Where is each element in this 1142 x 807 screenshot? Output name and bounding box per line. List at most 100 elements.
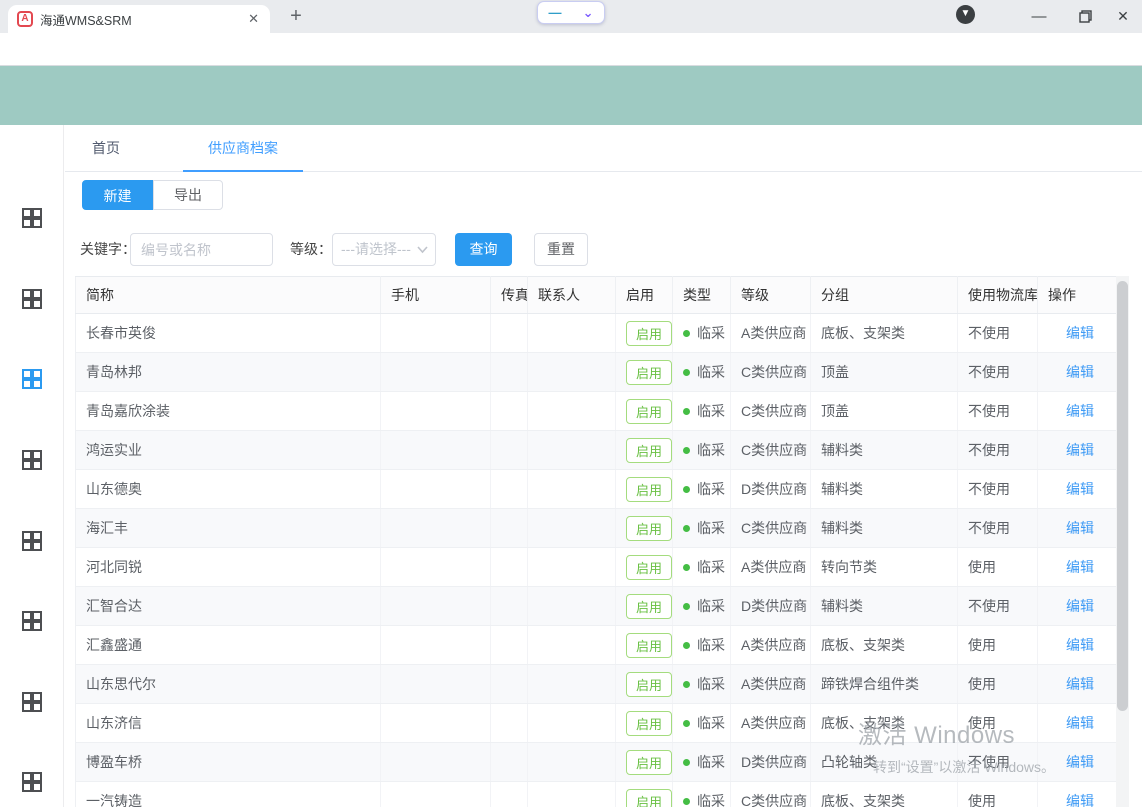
table-row[interactable]: 青岛林邦 启用 临采 C类供应商 顶盖 不使用 编辑: [76, 353, 1119, 392]
new-button[interactable]: 新建: [82, 180, 153, 210]
edit-link[interactable]: 编辑: [1066, 325, 1094, 341]
window-minimize-button[interactable]: —: [1026, 4, 1052, 28]
edit-link[interactable]: 编辑: [1066, 598, 1094, 614]
grid-menu-icon: [21, 207, 43, 229]
cell-group: 辅料类: [811, 431, 958, 470]
cell-fax: [491, 743, 528, 782]
cell-mobile: [381, 431, 491, 470]
enabled-badge[interactable]: 启用: [626, 360, 672, 385]
enabled-badge[interactable]: 启用: [626, 321, 672, 346]
sidebar-item-active[interactable]: [21, 368, 43, 390]
media-control-icon[interactable]: ▼: [956, 5, 975, 24]
enabled-badge[interactable]: 启用: [626, 555, 672, 580]
edit-link[interactable]: 编辑: [1066, 364, 1094, 380]
sidebar-item[interactable]: [21, 610, 43, 632]
table-row[interactable]: 山东德奥 启用 临采 D类供应商 辅料类 不使用 编辑: [76, 470, 1119, 509]
enabled-badge[interactable]: 启用: [626, 789, 672, 807]
grid-menu-icon: [21, 449, 43, 471]
sidebar-item[interactable]: [21, 530, 43, 552]
status-dot-icon: [683, 681, 690, 688]
cell-mobile: [381, 743, 491, 782]
reset-button[interactable]: 重置: [534, 233, 588, 266]
export-button[interactable]: 导出: [153, 180, 223, 210]
table-row[interactable]: 鸿运实业 启用 临采 C类供应商 辅料类 不使用 编辑: [76, 431, 1119, 470]
enabled-badge[interactable]: 启用: [626, 633, 672, 658]
widget-minimize-icon[interactable]: —: [549, 5, 562, 20]
edit-link[interactable]: 编辑: [1066, 403, 1094, 419]
edit-link[interactable]: 编辑: [1066, 793, 1094, 807]
enabled-badge[interactable]: 启用: [626, 438, 672, 463]
table-row[interactable]: 山东济信 启用 临采 A类供应商 底板、支架类 使用 编辑: [76, 704, 1119, 743]
level-label: 等级：: [290, 233, 332, 266]
scrollbar-thumb[interactable]: [1117, 281, 1128, 711]
cell-level: C类供应商: [731, 392, 811, 431]
widget-chevron-down-icon[interactable]: ⌄: [583, 8, 594, 18]
enabled-badge[interactable]: 启用: [626, 399, 672, 424]
cell-fax: [491, 587, 528, 626]
sidebar-item[interactable]: [21, 771, 43, 793]
sidebar: [0, 125, 64, 807]
enabled-badge[interactable]: 启用: [626, 672, 672, 697]
table-row[interactable]: 汇鑫盛通 启用 临采 A类供应商 底板、支架类 使用 编辑: [76, 626, 1119, 665]
cell-logistics: 不使用: [958, 431, 1038, 470]
table-row[interactable]: 海汇丰 启用 临采 C类供应商 辅料类 不使用 编辑: [76, 509, 1119, 548]
edit-link[interactable]: 编辑: [1066, 715, 1094, 731]
window-close-button[interactable]: ✕: [1110, 4, 1136, 28]
table-row[interactable]: 河北同锐 启用 临采 A类供应商 转向节类 使用 编辑: [76, 548, 1119, 587]
enabled-badge[interactable]: 启用: [626, 750, 672, 775]
site-favicon-icon: A: [17, 11, 33, 27]
enabled-badge[interactable]: 启用: [626, 516, 672, 541]
tab-supplier-archive[interactable]: 供应商档案: [183, 125, 303, 171]
sidebar-item[interactable]: [21, 449, 43, 471]
sidebar-item[interactable]: [21, 691, 43, 713]
edit-link[interactable]: 编辑: [1066, 559, 1094, 575]
cell-logistics: 不使用: [958, 470, 1038, 509]
edit-link[interactable]: 编辑: [1066, 481, 1094, 497]
cell-group: 顶盖: [811, 392, 958, 431]
type-text: 临采: [697, 481, 725, 497]
tab-close-icon[interactable]: ✕: [246, 11, 261, 27]
cell-contact: [528, 431, 616, 470]
cell-action: 编辑: [1038, 392, 1119, 431]
keyword-label: 关键字：: [80, 233, 136, 266]
level-select[interactable]: ---请选择---: [332, 233, 436, 266]
column-header: 分组: [811, 277, 958, 314]
cell-level: C类供应商: [731, 509, 811, 548]
keyword-input[interactable]: [130, 233, 273, 266]
cell-type: 临采: [673, 548, 731, 587]
table-row[interactable]: 博盈车桥 启用 临采 D类供应商 凸轮轴类 不使用 编辑: [76, 743, 1119, 782]
edit-link[interactable]: 编辑: [1066, 676, 1094, 692]
tab-home[interactable]: 首页: [92, 125, 120, 171]
table-row[interactable]: 长春市英俊 启用 临采 A类供应商 底板、支架类 不使用 编辑: [76, 314, 1119, 353]
floating-widget[interactable]: — ⌄: [537, 1, 605, 24]
new-tab-button[interactable]: +: [284, 6, 308, 28]
edit-link[interactable]: 编辑: [1066, 637, 1094, 653]
column-header: 操作: [1038, 277, 1119, 314]
edit-link[interactable]: 编辑: [1066, 520, 1094, 536]
type-text: 临采: [697, 754, 725, 770]
cell-contact: [528, 392, 616, 431]
sidebar-item[interactable]: [21, 207, 43, 229]
window-restore-button[interactable]: [1072, 4, 1098, 28]
cell-type: 临采: [673, 587, 731, 626]
enabled-badge[interactable]: 启用: [626, 711, 672, 736]
search-button[interactable]: 查询: [455, 233, 512, 266]
sidebar-item[interactable]: [21, 288, 43, 310]
table-row[interactable]: 山东思代尔 启用 临采 A类供应商 蹄铁焊合组件类 使用 编辑: [76, 665, 1119, 704]
cell-level: A类供应商: [731, 704, 811, 743]
cell-action: 编辑: [1038, 704, 1119, 743]
edit-link[interactable]: 编辑: [1066, 442, 1094, 458]
status-dot-icon: [683, 759, 690, 766]
cell-name: 海汇丰: [76, 509, 381, 548]
cell-name: 一汽铸造: [76, 782, 381, 807]
enabled-badge[interactable]: 启用: [626, 594, 672, 619]
vertical-scrollbar[interactable]: [1116, 276, 1129, 807]
edit-link[interactable]: 编辑: [1066, 754, 1094, 770]
browser-tab[interactable]: A 海通WMS&SRM ✕: [8, 5, 270, 33]
table-row[interactable]: 汇智合达 启用 临采 D类供应商 辅料类 不使用 编辑: [76, 587, 1119, 626]
cell-fax: [491, 782, 528, 807]
enabled-badge[interactable]: 启用: [626, 477, 672, 502]
table-row[interactable]: 一汽铸造 启用 临采 C类供应商 底板、支架类 使用 编辑: [76, 782, 1119, 807]
cell-name: 山东德奥: [76, 470, 381, 509]
table-row[interactable]: 青岛嘉欣涂装 启用 临采 C类供应商 顶盖 不使用 编辑: [76, 392, 1119, 431]
